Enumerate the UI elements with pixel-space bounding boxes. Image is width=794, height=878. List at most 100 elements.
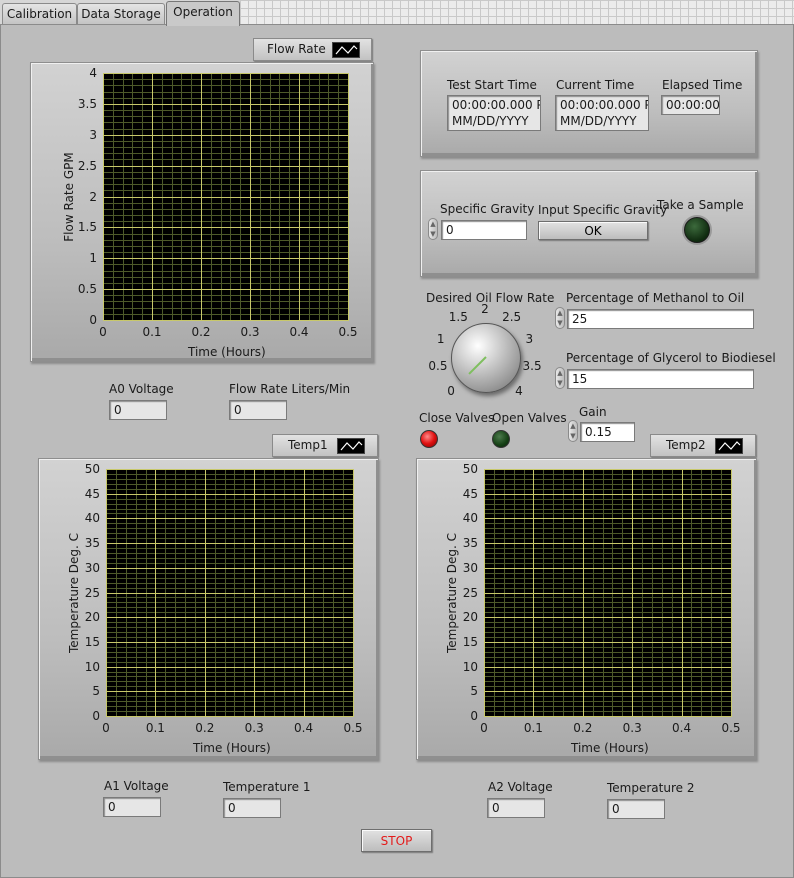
- test-start-date-value: MM/DD/YYYY: [452, 114, 529, 128]
- x-tick-label: 0.3: [240, 325, 260, 339]
- current-time-label: Current Time: [556, 78, 635, 92]
- temp2-x-axis-label: Time (Hours): [571, 741, 649, 755]
- flow-rate-lpm-indicator: 0: [229, 400, 287, 420]
- knob-pointer: [468, 356, 487, 375]
- y-tick-label: 10: [84, 659, 100, 674]
- tab-operation[interactable]: Operation: [166, 1, 240, 26]
- temp2-y-axis-label: Temperature Deg. C: [445, 532, 459, 654]
- x-tick-label: 0.4: [672, 721, 692, 735]
- y-tick-label: 1.5: [77, 220, 97, 235]
- a0-voltage-label: A0 Voltage: [109, 382, 174, 396]
- x-tick-label: 0.4: [294, 721, 314, 735]
- knob-tick-label: 3: [525, 331, 534, 346]
- y-tick-label: 0: [92, 709, 100, 723]
- temperature-1-label: Temperature 1: [223, 780, 311, 794]
- test-start-time-label: Test Start Time: [447, 78, 537, 92]
- y-tick-label: 20: [84, 610, 100, 625]
- current-time-indicator: 00:00:00.000 PM MM/DD/YYYY: [555, 95, 649, 131]
- knob-tick-label: 2.5: [502, 310, 522, 325]
- y-tick-label: 15: [84, 634, 100, 649]
- x-tick-label: 0.3: [622, 721, 642, 735]
- x-tick-label: 0: [480, 721, 488, 735]
- x-tick-label: 0.5: [721, 721, 741, 735]
- ok-button[interactable]: OK: [538, 221, 648, 240]
- y-tick-label: 5: [92, 684, 100, 699]
- x-tick-label: 0.3: [244, 721, 264, 735]
- temp2-legend[interactable]: Temp2: [650, 434, 756, 457]
- x-tick-label: 0: [99, 325, 107, 339]
- legend-label: Temp2: [666, 438, 706, 452]
- current-time-value: 00:00:00.000 PM: [560, 98, 648, 112]
- temp2-plot: [484, 469, 732, 717]
- knob-tick-label: 3.5: [522, 359, 542, 374]
- elapsed-time-label: Elapsed Time: [662, 78, 743, 92]
- glycerol-spinner[interactable]: ▲ ▼: [555, 367, 565, 389]
- temperature-2-label: Temperature 2: [607, 781, 695, 795]
- flow-rate-lpm-label: Flow Rate Liters/Min: [229, 382, 351, 396]
- desired-oil-flow-rate-knob[interactable]: [451, 323, 521, 393]
- open-valves-led[interactable]: [492, 430, 510, 448]
- tab-bar-filler: [240, 0, 794, 24]
- y-tick-label: 35: [84, 536, 100, 551]
- y-tick-label: 50: [84, 462, 100, 476]
- input-specific-gravity-label: Input Specific Gravity: [538, 203, 668, 217]
- y-tick-label: 45: [462, 486, 478, 501]
- legend-label: Flow Rate: [267, 42, 326, 56]
- y-tick-label: 4: [89, 66, 97, 80]
- y-tick-label: 50: [462, 462, 478, 476]
- flow-rate-legend[interactable]: Flow Rate: [253, 38, 372, 61]
- knob-tick-label: 1: [436, 331, 445, 346]
- y-tick-label: 30: [84, 560, 100, 575]
- flow-rate-plot: [103, 73, 349, 321]
- y-tick-label: 15: [462, 634, 478, 649]
- temp1-plot: [106, 469, 354, 717]
- y-tick-label: 30: [462, 560, 478, 575]
- gain-label: Gain: [579, 405, 607, 419]
- current-date-value: MM/DD/YYYY: [560, 114, 637, 128]
- knob-tick-label: 0.5: [428, 359, 448, 374]
- specific-gravity-spinner[interactable]: ▲ ▼: [428, 218, 438, 240]
- y-tick-label: 2.5: [77, 158, 97, 173]
- tab-data-storage[interactable]: Data Storage: [77, 3, 165, 24]
- a1-voltage-indicator: 0: [103, 797, 161, 817]
- y-tick-label: 2: [89, 189, 97, 204]
- a0-voltage-indicator: 0: [109, 400, 167, 420]
- x-tick-label: 0.1: [523, 721, 543, 735]
- a1-voltage-label: A1 Voltage: [104, 779, 169, 793]
- close-valves-led[interactable]: [420, 430, 438, 448]
- knob-tick-label: 2: [481, 302, 489, 316]
- flow-rate-y-axis-label: Flow Rate GPM: [62, 152, 76, 242]
- y-tick-label: 40: [84, 511, 100, 526]
- elapsed-time-indicator: 00:00:00: [661, 95, 720, 115]
- y-tick-label: 25: [84, 585, 100, 600]
- temperature-2-indicator: 0: [607, 799, 665, 819]
- methanol-input[interactable]: 25: [567, 309, 754, 329]
- line-style-icon: [332, 42, 360, 58]
- x-tick-label: 0.1: [142, 325, 162, 339]
- a2-voltage-label: A2 Voltage: [488, 780, 553, 794]
- y-tick-label: 20: [462, 610, 478, 625]
- temp1-legend[interactable]: Temp1: [272, 434, 378, 457]
- temperature-1-indicator: 0: [223, 798, 281, 818]
- test-start-time-indicator: 00:00:00.000 PM MM/DD/YYYY: [447, 95, 541, 131]
- legend-label: Temp1: [288, 438, 328, 452]
- methanol-spinner[interactable]: ▲ ▼: [555, 307, 565, 329]
- stop-button[interactable]: STOP: [361, 829, 432, 852]
- gain-input[interactable]: 0.15: [580, 422, 635, 442]
- methanol-label: Percentage of Methanol to Oil: [566, 291, 745, 305]
- x-tick-label: 0.4: [289, 325, 309, 339]
- temp1-y-axis-label: Temperature Deg. C: [67, 532, 81, 654]
- take-a-sample-led[interactable]: [684, 217, 710, 243]
- y-tick-label: 10: [462, 659, 478, 674]
- temp1-x-axis-label: Time (Hours): [193, 741, 271, 755]
- specific-gravity-label: Specific Gravity: [440, 202, 535, 216]
- glycerol-label: Percentage of Glycerol to Biodiesel: [566, 351, 776, 365]
- glycerol-input[interactable]: 15: [567, 369, 754, 389]
- x-tick-label: 0.2: [191, 325, 211, 339]
- specific-gravity-input[interactable]: 0: [441, 220, 527, 240]
- x-tick-label: 0.5: [343, 721, 363, 735]
- take-a-sample-label: Take a Sample: [657, 198, 744, 212]
- a2-voltage-indicator: 0: [487, 798, 545, 818]
- gain-spinner[interactable]: ▲ ▼: [568, 420, 578, 442]
- tab-calibration[interactable]: Calibration: [2, 3, 77, 24]
